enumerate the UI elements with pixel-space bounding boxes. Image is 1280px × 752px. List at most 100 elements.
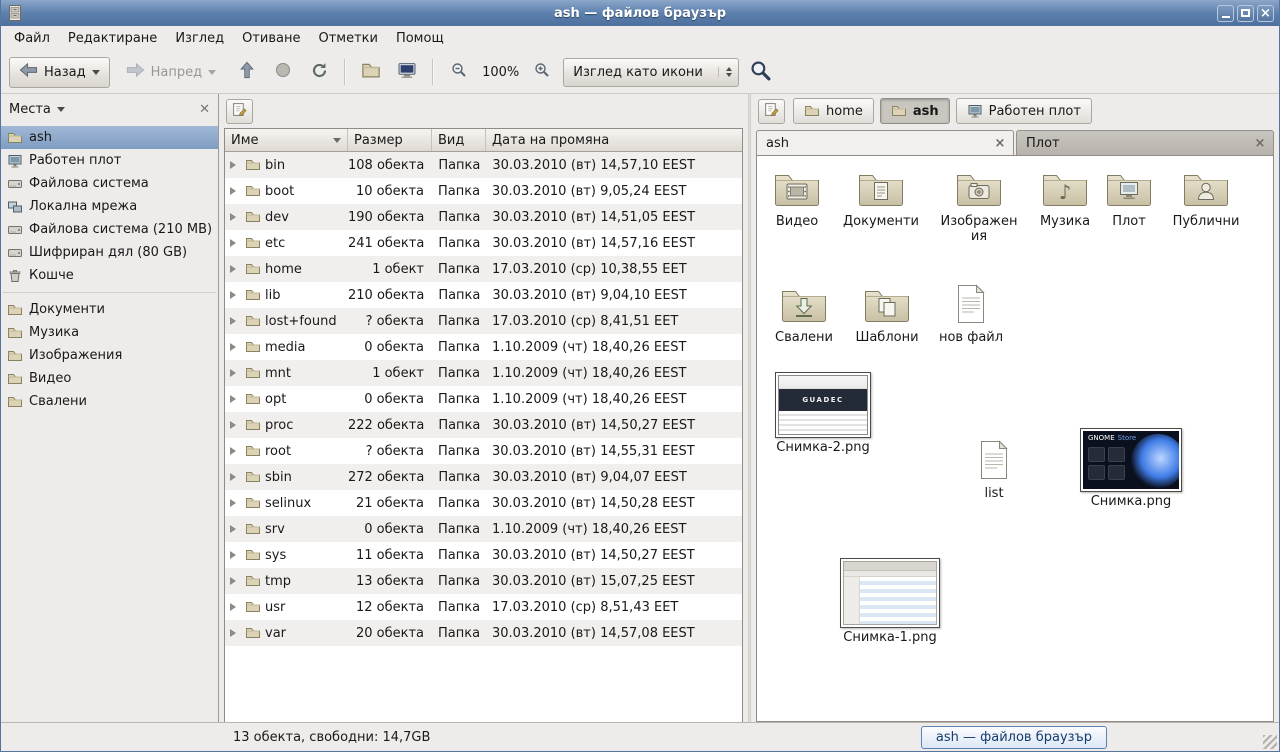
- expander-icon[interactable]: [229, 161, 241, 169]
- column-header-date[interactable]: Дата на промяна: [486, 129, 742, 151]
- table-row[interactable]: media0 обектаПапка1.10.2009 (чт) 18,40,2…: [225, 334, 742, 360]
- expander-icon[interactable]: [229, 239, 241, 247]
- expander-icon[interactable]: [229, 291, 241, 299]
- tab-close-icon[interactable]: ×: [1252, 135, 1268, 151]
- icon-view-item[interactable]: list: [954, 440, 1034, 502]
- icon-view-item[interactable]: Изображения: [939, 168, 1019, 245]
- sidebar-item-8[interactable]: Документи: [1, 298, 218, 321]
- sidebar-close-button[interactable]: ✕: [199, 102, 210, 117]
- path-button-0[interactable]: home: [793, 98, 874, 124]
- back-button[interactable]: Назад: [9, 57, 110, 88]
- up-button[interactable]: [232, 57, 262, 88]
- table-row[interactable]: proc222 обектаПапка30.03.2010 (вт) 14,50…: [225, 412, 742, 438]
- expander-icon[interactable]: [229, 447, 241, 455]
- sidebar-item-9[interactable]: Музика: [1, 321, 218, 344]
- column-header-size[interactable]: Размер: [348, 129, 432, 151]
- titlebar[interactable]: ash — файлов браузър ×: [1, 0, 1279, 26]
- icon-view-item[interactable]: Плот: [1093, 168, 1165, 230]
- forward-button[interactable]: Напред: [116, 57, 226, 88]
- table-row[interactable]: selinux21 обектаПапка30.03.2010 (вт) 14,…: [225, 490, 742, 516]
- column-header-type[interactable]: Вид: [432, 129, 486, 151]
- table-row[interactable]: opt0 обектаПапка1.10.2009 (чт) 18,40,26 …: [225, 386, 742, 412]
- expander-icon[interactable]: [229, 213, 241, 221]
- table-row[interactable]: sys11 обектаПапка30.03.2010 (вт) 14,50,2…: [225, 542, 742, 568]
- expander-icon[interactable]: [229, 603, 241, 611]
- sidebar-item-10[interactable]: Изображения: [1, 344, 218, 367]
- expander-icon[interactable]: [229, 343, 241, 351]
- table-row[interactable]: home1 обектПапка17.03.2010 (ср) 10,38,55…: [225, 256, 742, 282]
- search-button[interactable]: [745, 57, 775, 88]
- expander-icon[interactable]: [229, 525, 241, 533]
- table-row[interactable]: boot10 обектаПапка30.03.2010 (вт) 9,05,2…: [225, 178, 742, 204]
- sidebar-item-6[interactable]: Кошче: [1, 264, 218, 287]
- close-button[interactable]: ×: [1257, 5, 1274, 22]
- icon-view-item[interactable]: Видео: [757, 168, 837, 230]
- menu-item[interactable]: Помощ: [387, 28, 453, 49]
- icon-view-item[interactable]: Снимка-1.png: [834, 558, 946, 646]
- sidebar-item-11[interactable]: Видео: [1, 367, 218, 390]
- icon-view[interactable]: ВидеоДокументиИзображения♪МузикаПлотПубл…: [756, 155, 1274, 722]
- icon-view-item[interactable]: GNOMEStoreСнимка.png: [1075, 428, 1187, 510]
- sidebar-item-2[interactable]: Файлова система: [1, 172, 218, 195]
- sidebar-item-1[interactable]: Работен плот: [1, 149, 218, 172]
- sidebar-item-5[interactable]: Шифриран дял (80 GB): [1, 241, 218, 264]
- minimize-button[interactable]: [1217, 5, 1234, 22]
- sidebar-item-4[interactable]: Файлова система (210 MB): [1, 218, 218, 241]
- path-button-1[interactable]: ash: [880, 98, 950, 124]
- icon-view-item[interactable]: Документи: [841, 168, 921, 230]
- icon-view-item[interactable]: GUADECСнимка-2.png: [770, 372, 876, 456]
- tab-1[interactable]: ash×: [756, 130, 1014, 155]
- view-mode-select[interactable]: Изглед като икони: [563, 58, 739, 87]
- expander-icon[interactable]: [229, 499, 241, 507]
- table-row[interactable]: usr12 обектаПапка17.03.2010 (ср) 8,51,43…: [225, 594, 742, 620]
- expander-icon[interactable]: [229, 629, 241, 637]
- expander-icon[interactable]: [229, 187, 241, 195]
- icon-view-item[interactable]: Публични: [1164, 168, 1248, 230]
- table-row[interactable]: srv0 обектаПапка1.10.2009 (чт) 18,40,26 …: [225, 516, 742, 542]
- table-row[interactable]: sbin272 обектаПапка30.03.2010 (вт) 9,04,…: [225, 464, 742, 490]
- reload-button[interactable]: [304, 57, 334, 88]
- icon-view-item[interactable]: нов файл: [931, 284, 1011, 346]
- icon-view-item[interactable]: Свалени: [764, 284, 844, 346]
- expander-icon[interactable]: [229, 421, 241, 429]
- table-row[interactable]: bin108 обектаПапка30.03.2010 (вт) 14,57,…: [225, 152, 742, 178]
- stop-button[interactable]: [268, 57, 298, 88]
- expander-icon[interactable]: [229, 473, 241, 481]
- places-select[interactable]: Места: [9, 102, 51, 117]
- zoom-in-button[interactable]: [527, 57, 557, 88]
- table-row[interactable]: root? обектаПапка30.03.2010 (вт) 14,55,3…: [225, 438, 742, 464]
- expander-icon[interactable]: [229, 577, 241, 585]
- computer-button[interactable]: [392, 57, 422, 88]
- location-toggle-button-2[interactable]: [758, 99, 785, 124]
- path-button-2[interactable]: Работен плот: [956, 98, 1092, 124]
- tab-close-icon[interactable]: ×: [992, 135, 1008, 151]
- table-row[interactable]: var20 обектаПапка30.03.2010 (вт) 14,57,0…: [225, 620, 742, 646]
- maximize-button[interactable]: [1237, 5, 1254, 22]
- taskbar-window-button[interactable]: ash — файлов браузър: [921, 726, 1107, 749]
- menu-item[interactable]: Изглед: [166, 28, 233, 49]
- zoom-out-button[interactable]: [444, 57, 474, 88]
- home-button[interactable]: [356, 57, 386, 88]
- table-row[interactable]: dev190 обектаПапка30.03.2010 (вт) 14,51,…: [225, 204, 742, 230]
- sidebar-item-0[interactable]: ash: [1, 126, 218, 149]
- tab-2[interactable]: Плот×: [1016, 130, 1274, 155]
- sidebar-item-12[interactable]: Свалени: [1, 390, 218, 413]
- table-row[interactable]: lost+found? обектаПапка17.03.2010 (ср) 8…: [225, 308, 742, 334]
- menu-item[interactable]: Отметки: [309, 28, 386, 49]
- table-row[interactable]: tmp13 обектаПапка30.03.2010 (вт) 15,07,2…: [225, 568, 742, 594]
- sidebar-item-3[interactable]: Локална мрежа: [1, 195, 218, 218]
- expander-icon[interactable]: [229, 317, 241, 325]
- menu-item[interactable]: Отиване: [233, 28, 309, 49]
- icon-view-item[interactable]: Шаблони: [847, 284, 927, 346]
- expander-icon[interactable]: [229, 369, 241, 377]
- table-row[interactable]: mnt1 обектПапка1.10.2009 (чт) 18,40,26 E…: [225, 360, 742, 386]
- table-row[interactable]: etc241 обектаПапка30.03.2010 (вт) 14,57,…: [225, 230, 742, 256]
- column-header-name[interactable]: Име: [225, 129, 348, 151]
- expander-icon[interactable]: [229, 551, 241, 559]
- menu-item[interactable]: Редактиране: [59, 28, 166, 49]
- expander-icon[interactable]: [229, 395, 241, 403]
- resize-grip-icon[interactable]: [1263, 735, 1277, 749]
- location-toggle-button[interactable]: [226, 99, 253, 124]
- expander-icon[interactable]: [229, 265, 241, 273]
- table-row[interactable]: lib210 обектаПапка30.03.2010 (вт) 9,04,1…: [225, 282, 742, 308]
